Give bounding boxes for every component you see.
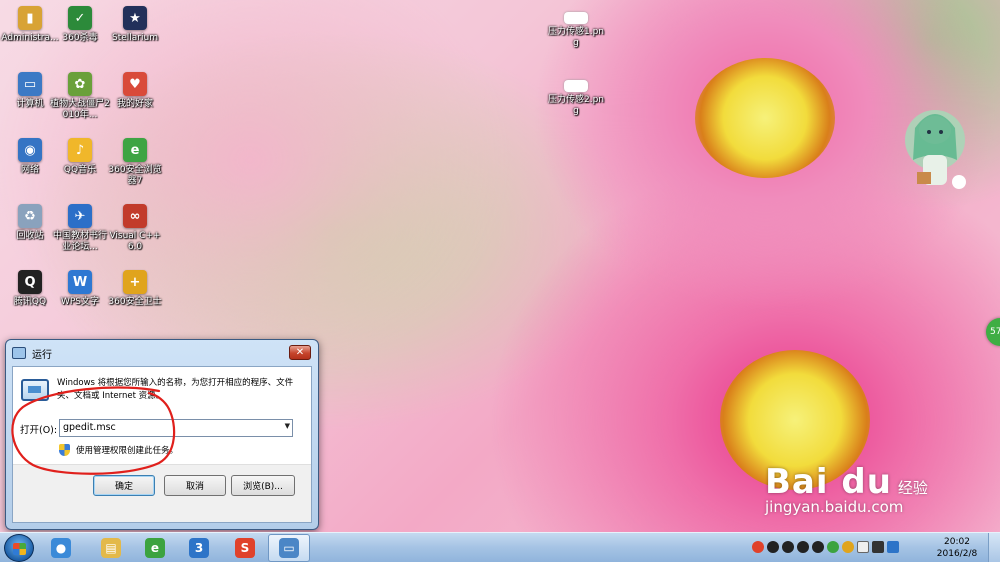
app-icon: ♪ (68, 138, 92, 162)
360-browser-icon: e (145, 538, 165, 558)
png-file-icon (564, 80, 588, 92)
app-icon: W (68, 270, 92, 294)
close-button[interactable]: ✕ (289, 345, 311, 360)
flower-center-top (695, 58, 835, 178)
floating-speed-badge[interactable]: 57 (986, 318, 1000, 346)
run-dialog-title: 运行 (32, 349, 52, 361)
admin-note-text: 使用管理权限创建此任务。 (76, 446, 179, 456)
app-icon: e (123, 138, 147, 162)
app-icon: ★ (123, 6, 147, 30)
desktop-icon-label: 我的好家 (116, 99, 153, 109)
desktop-icon-label: 360安全卫士 (108, 297, 162, 307)
security-tray-icon[interactable] (827, 541, 839, 553)
desktop-icon-label: Stellarium (112, 33, 158, 43)
desktop-icon[interactable]: +360安全卫士 (105, 270, 165, 308)
clock-date: 2016/2/8 (936, 549, 978, 559)
desktop-icon[interactable]: ★ Stellarium (105, 6, 165, 44)
system-tray (752, 541, 899, 553)
button-bar: 确定 取消 浏览(B)... (13, 464, 311, 522)
start-button[interactable] (4, 534, 34, 562)
file-label: 压力传感1.png (547, 27, 604, 48)
browse-button[interactable]: 浏览(B)... (231, 475, 295, 496)
app-icon: Q (18, 270, 42, 294)
explorer-icon: ▤ (101, 538, 121, 558)
chevron-down-icon[interactable]: ▼ (285, 422, 290, 430)
desktop-file-1[interactable]: 压力传感1.png (546, 12, 606, 49)
run-icon (21, 379, 49, 401)
browser-2-icon: 3 (189, 538, 209, 558)
run-icon: ▭ (279, 538, 299, 558)
desktop-icon-label: QQ音乐 (63, 165, 97, 175)
taskbar-app-360-browser[interactable]: e (134, 534, 176, 562)
sogou-tray-icon[interactable] (752, 541, 764, 553)
desktop-icon[interactable]: ♪ QQ音乐 (50, 138, 110, 176)
desktop-file-2[interactable]: 压力传感2.png (546, 80, 606, 117)
app-icon: ✿ (68, 72, 92, 96)
ok-button[interactable]: 确定 (93, 475, 155, 496)
sogou-input-icon: S (235, 538, 255, 558)
qq-tray-icon[interactable] (797, 541, 809, 553)
desktop-icon[interactable]: ✓ 360杀毒 (50, 6, 110, 44)
show-desktop-button[interactable] (988, 533, 1000, 562)
taskbar-app-sogou-input[interactable]: S (224, 534, 266, 562)
app-icon: ▭ (18, 72, 42, 96)
mascot-widget[interactable] (895, 100, 975, 200)
app-icon: ✈ (68, 204, 92, 228)
app-icon: ∞ (123, 204, 147, 228)
qq-tray-icon[interactable] (767, 541, 779, 553)
close-icon: ✕ (295, 347, 305, 358)
run-dialog-body: Windows 将根据您所输入的名称，为您打开相应的程序、文件夹、文档或 Int… (12, 366, 312, 523)
watermark-cn: 经验 (897, 479, 928, 497)
baidu-watermark: Bai du 经验 jingyan.baidu.com (765, 462, 928, 516)
app-icon: ◉ (18, 138, 42, 162)
clock-time: 20:02 (944, 537, 970, 547)
desktop-icon[interactable]: ✿ 植物大战僵尸2010年... (50, 72, 110, 121)
open-label: 打开(O): (20, 425, 58, 436)
taskbar-app-browser-2[interactable]: 3 (178, 534, 220, 562)
desktop-icon-label: 360杀毒 (62, 33, 98, 43)
desktop-icon[interactable]: ∞ Visual C++ 6.0 (105, 204, 165, 253)
app-icon: ✓ (68, 6, 92, 30)
qq-tray-icon[interactable] (782, 541, 794, 553)
desktop-icon-label: WPS文字 (60, 297, 100, 307)
watermark-url: jingyan.baidu.com (765, 498, 904, 516)
desktop-icon-label: Visual C++ 6.0 (109, 231, 161, 252)
qq-tray-icon[interactable] (812, 541, 824, 553)
run-dialog-titlebar[interactable]: 运行 ✕ (6, 340, 318, 366)
command-value: gpedit.msc (63, 422, 116, 433)
desktop-icon-label: 中国教材书行业论坛... (52, 231, 107, 252)
desktop-icon[interactable]: ♥ 我的好家 (105, 72, 165, 110)
sogou-media-icon: ● (51, 538, 71, 558)
run-app-icon (12, 347, 26, 359)
admin-note: 使用管理权限创建此任务。 (59, 444, 178, 456)
app-icon: ♥ (123, 72, 147, 96)
windows-logo-icon (13, 543, 26, 555)
watermark-brand: Bai du (765, 462, 892, 502)
taskbar-app-sogou-media[interactable]: ● (40, 534, 82, 562)
volume-tray-icon[interactable] (872, 541, 884, 553)
command-input[interactable]: gpedit.msc ▼ (59, 419, 293, 437)
desktop-icon[interactable]: ✈ 中国教材书行业论坛... (50, 204, 110, 253)
taskbar: ● ▤ e 3 S ▭ 20:02 2016/2/8 (0, 532, 1000, 562)
desktop-icon-label: 360安全浏览器7 (108, 165, 162, 186)
desktop-icon[interactable]: e 360安全浏览器7 (105, 138, 165, 187)
taskbar-app-explorer[interactable]: ▤ (90, 534, 132, 562)
file-label: 压力传感2.png (547, 95, 604, 116)
desktop-icon[interactable]: W WPS文字 (50, 270, 110, 308)
language-tray-icon[interactable] (887, 541, 899, 553)
shield-tray-icon[interactable] (842, 541, 854, 553)
run-dialog: 运行 ✕ Windows 将根据您所输入的名称，为您打开相应的程序、文件夹、文档… (5, 339, 319, 530)
app-icon: ▮ (18, 6, 42, 30)
clock[interactable]: 20:02 2016/2/8 (934, 536, 980, 560)
png-file-icon (564, 12, 588, 24)
network-tray-icon[interactable] (857, 541, 869, 553)
cancel-button[interactable]: 取消 (164, 475, 226, 496)
desktop-icon-label: 植物大战僵尸2010年... (50, 99, 110, 120)
speed-badge-text: 57 (990, 327, 1000, 337)
app-icon: ♻ (18, 204, 42, 228)
taskbar-app-run[interactable]: ▭ (268, 534, 310, 562)
run-description: Windows 将根据您所输入的名称，为您打开相应的程序、文件夹、文档或 Int… (57, 378, 294, 401)
app-icon: + (123, 270, 147, 294)
uac-shield-icon (59, 444, 70, 456)
